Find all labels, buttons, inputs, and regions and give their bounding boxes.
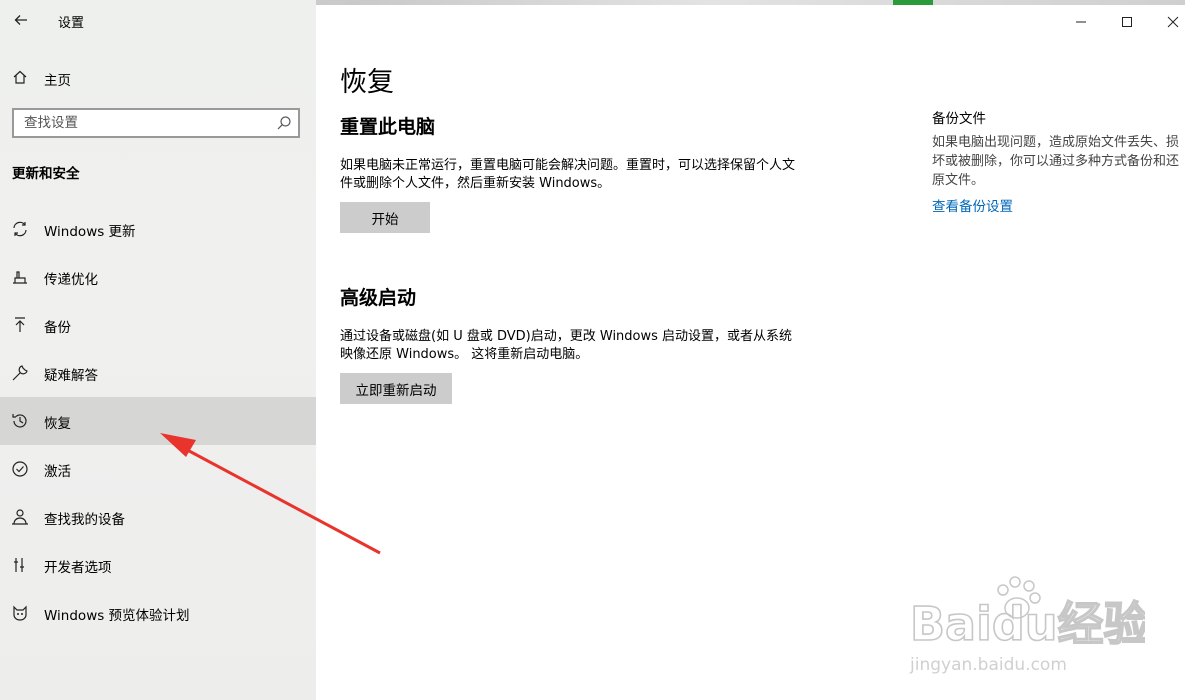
app-title: 设置 xyxy=(58,16,85,31)
upload-icon xyxy=(15,317,25,332)
watermark-url: jingyan.baidu.com xyxy=(909,655,1067,675)
sidebar-item-label: 疑难解答 xyxy=(44,368,98,384)
search-box[interactable] xyxy=(12,108,300,138)
developer-tools-icon xyxy=(14,558,24,572)
page-title: 恢复 xyxy=(340,67,394,98)
sidebar-item-backup[interactable]: 备份 xyxy=(0,301,316,349)
search-icon[interactable] xyxy=(276,115,292,131)
sidebar-item-delivery-optimization[interactable]: 传递优化 xyxy=(0,253,316,301)
reset-heading: 重置此电脑 xyxy=(340,116,436,138)
advanced-startup-heading: 高级启动 xyxy=(340,287,417,309)
sidebar-item-label: 查找我的设备 xyxy=(44,512,125,528)
delivery-optimization-icon xyxy=(13,271,27,284)
minimize-button[interactable] xyxy=(1070,11,1092,33)
person-locate-icon xyxy=(12,509,28,525)
sidebar-item-label: 激活 xyxy=(44,464,71,480)
advanced-startup-description: 通过设备或磁盘(如 U 盘或 DVD)启动，更改 Windows 启动设置，或者… xyxy=(340,329,793,362)
minimize-icon xyxy=(1076,21,1086,23)
sidebar-item-activation[interactable]: 激活 xyxy=(0,445,316,493)
sidebar-item-label: 恢复 xyxy=(44,416,71,432)
maximize-icon xyxy=(1122,17,1132,27)
search-input[interactable] xyxy=(14,110,264,136)
sidebar-item-label: 备份 xyxy=(44,320,71,336)
sidebar-item-label: 开发者选项 xyxy=(44,560,112,576)
back-button[interactable] xyxy=(10,9,32,31)
home-label: 主页 xyxy=(44,73,71,89)
sidebar-item-home[interactable]: 主页 xyxy=(0,62,316,92)
sidebar-item-label: 传递优化 xyxy=(44,272,98,288)
history-icon xyxy=(12,414,27,428)
sidebar-item-windows-update[interactable]: Windows 更新 xyxy=(0,205,316,253)
sync-icon xyxy=(13,221,27,237)
sidebar-item-developer-options[interactable]: 开发者选项 xyxy=(0,541,316,589)
baidu-watermark: Baidu经验 jingyan.baidu.com xyxy=(905,570,1150,680)
close-icon xyxy=(1167,16,1179,28)
back-arrow-icon xyxy=(14,15,27,25)
sidebar-item-troubleshoot[interactable]: 疑难解答 xyxy=(0,349,316,397)
baidu-logo: Baidu经验 jingyan.baidu.com xyxy=(909,576,1150,675)
restart-now-button[interactable]: 立即重新启动 xyxy=(340,373,452,404)
sidebar-item-windows-insider[interactable]: Windows 预览体验计划 xyxy=(0,589,316,637)
reset-start-button[interactable]: 开始 xyxy=(340,202,430,233)
close-button[interactable] xyxy=(1162,11,1184,33)
watermark-brand: Baidu经验 xyxy=(910,597,1145,651)
sidebar-item-label: Windows 预览体验计划 xyxy=(44,608,190,624)
sidebar-item-recovery[interactable]: 恢复 xyxy=(0,397,316,445)
backup-files-description: 如果电脑出现问题，造成原始文件丢失、损坏或被删除，你可以通过多种方式备份和还原文… xyxy=(932,135,1180,188)
maximize-button[interactable] xyxy=(1116,11,1138,33)
insider-cat-icon xyxy=(13,605,27,621)
check-circle-icon xyxy=(12,461,28,477)
backup-files-title: 备份文件 xyxy=(932,111,986,127)
wrench-icon xyxy=(12,365,28,381)
sidebar-item-find-my-device[interactable]: 查找我的设备 xyxy=(0,493,316,541)
reset-description: 如果电脑未正常运行，重置电脑可能会解决问题。重置时，可以选择保留个人文件或删除个… xyxy=(340,158,796,191)
sidebar: 设置 主页 更新和安全 Windows 更新 传递优化 备份 疑难解答 恢复 激… xyxy=(0,0,316,700)
section-title: 更新和安全 xyxy=(12,166,80,182)
sidebar-item-label: Windows 更新 xyxy=(44,224,136,240)
view-backup-settings-link[interactable]: 查看备份设置 xyxy=(932,195,1013,215)
home-icon xyxy=(13,70,27,84)
